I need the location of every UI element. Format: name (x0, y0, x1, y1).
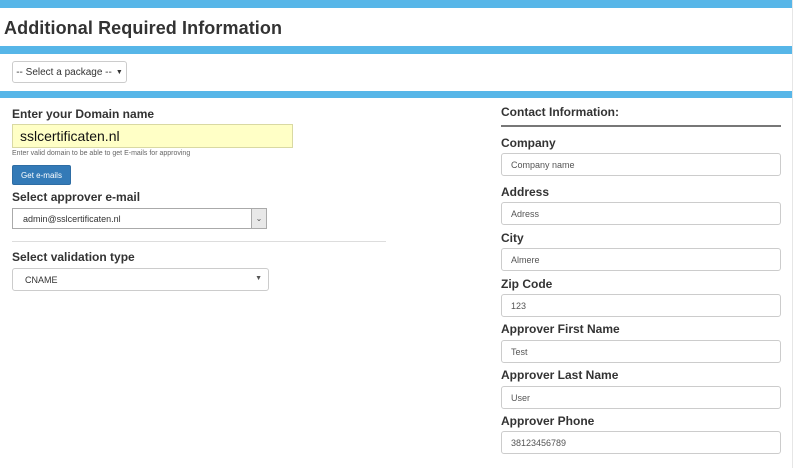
contact-title-underline (501, 125, 781, 127)
approver-last-name-input[interactable]: User (501, 386, 781, 409)
accent-bar-2 (0, 46, 792, 54)
zip-code-label: Zip Code (501, 277, 553, 291)
caret-down-icon: ▼ (255, 275, 262, 282)
city-label: City (501, 231, 524, 245)
package-dropdown-label: -- Select a package -- (16, 66, 112, 78)
right-border (792, 0, 793, 468)
contact-information-title: Contact Information: (501, 105, 619, 119)
domain-input[interactable] (12, 124, 293, 148)
city-input[interactable]: Almere (501, 248, 781, 271)
page-title: Additional Required Information (4, 18, 283, 38)
address-input[interactable]: Adress (501, 202, 781, 225)
package-dropdown-button[interactable]: -- Select a package -- ▼ (12, 61, 127, 83)
company-input[interactable]: Company name (501, 153, 781, 176)
company-label: Company (501, 136, 556, 150)
zip-code-input[interactable]: 123 (501, 294, 781, 317)
top-accent-bar (0, 0, 792, 8)
approver-first-name-label: Approver First Name (501, 322, 620, 336)
get-emails-button[interactable]: Get e-mails (12, 165, 71, 185)
approver-email-label: Select approver e-mail (12, 190, 141, 204)
validation-type-label: Select validation type (12, 250, 135, 264)
domain-hint: Enter valid domain to be able to get E-m… (12, 150, 191, 157)
accent-bar-3 (0, 91, 792, 98)
approver-first-name-input[interactable]: Test (501, 340, 781, 363)
domain-label: Enter your Domain name (12, 107, 155, 121)
approver-email-value: admin@sslcertificaten.nl (23, 213, 121, 224)
approver-phone-input[interactable]: 38123456789 (501, 431, 781, 454)
approver-email-select[interactable]: admin@sslcertificaten.nl ⌄ (12, 208, 267, 229)
address-label: Address (501, 185, 550, 199)
chevron-down-icon[interactable]: ⌄ (251, 209, 266, 228)
validation-type-select[interactable]: CNAME ▼ (12, 268, 269, 291)
section-divider (12, 241, 386, 242)
validation-type-value: CNAME (25, 274, 58, 285)
approver-last-name-label: Approver Last Name (501, 368, 619, 382)
approver-phone-label: Approver Phone (501, 414, 595, 428)
caret-down-icon: ▼ (115, 68, 123, 76)
